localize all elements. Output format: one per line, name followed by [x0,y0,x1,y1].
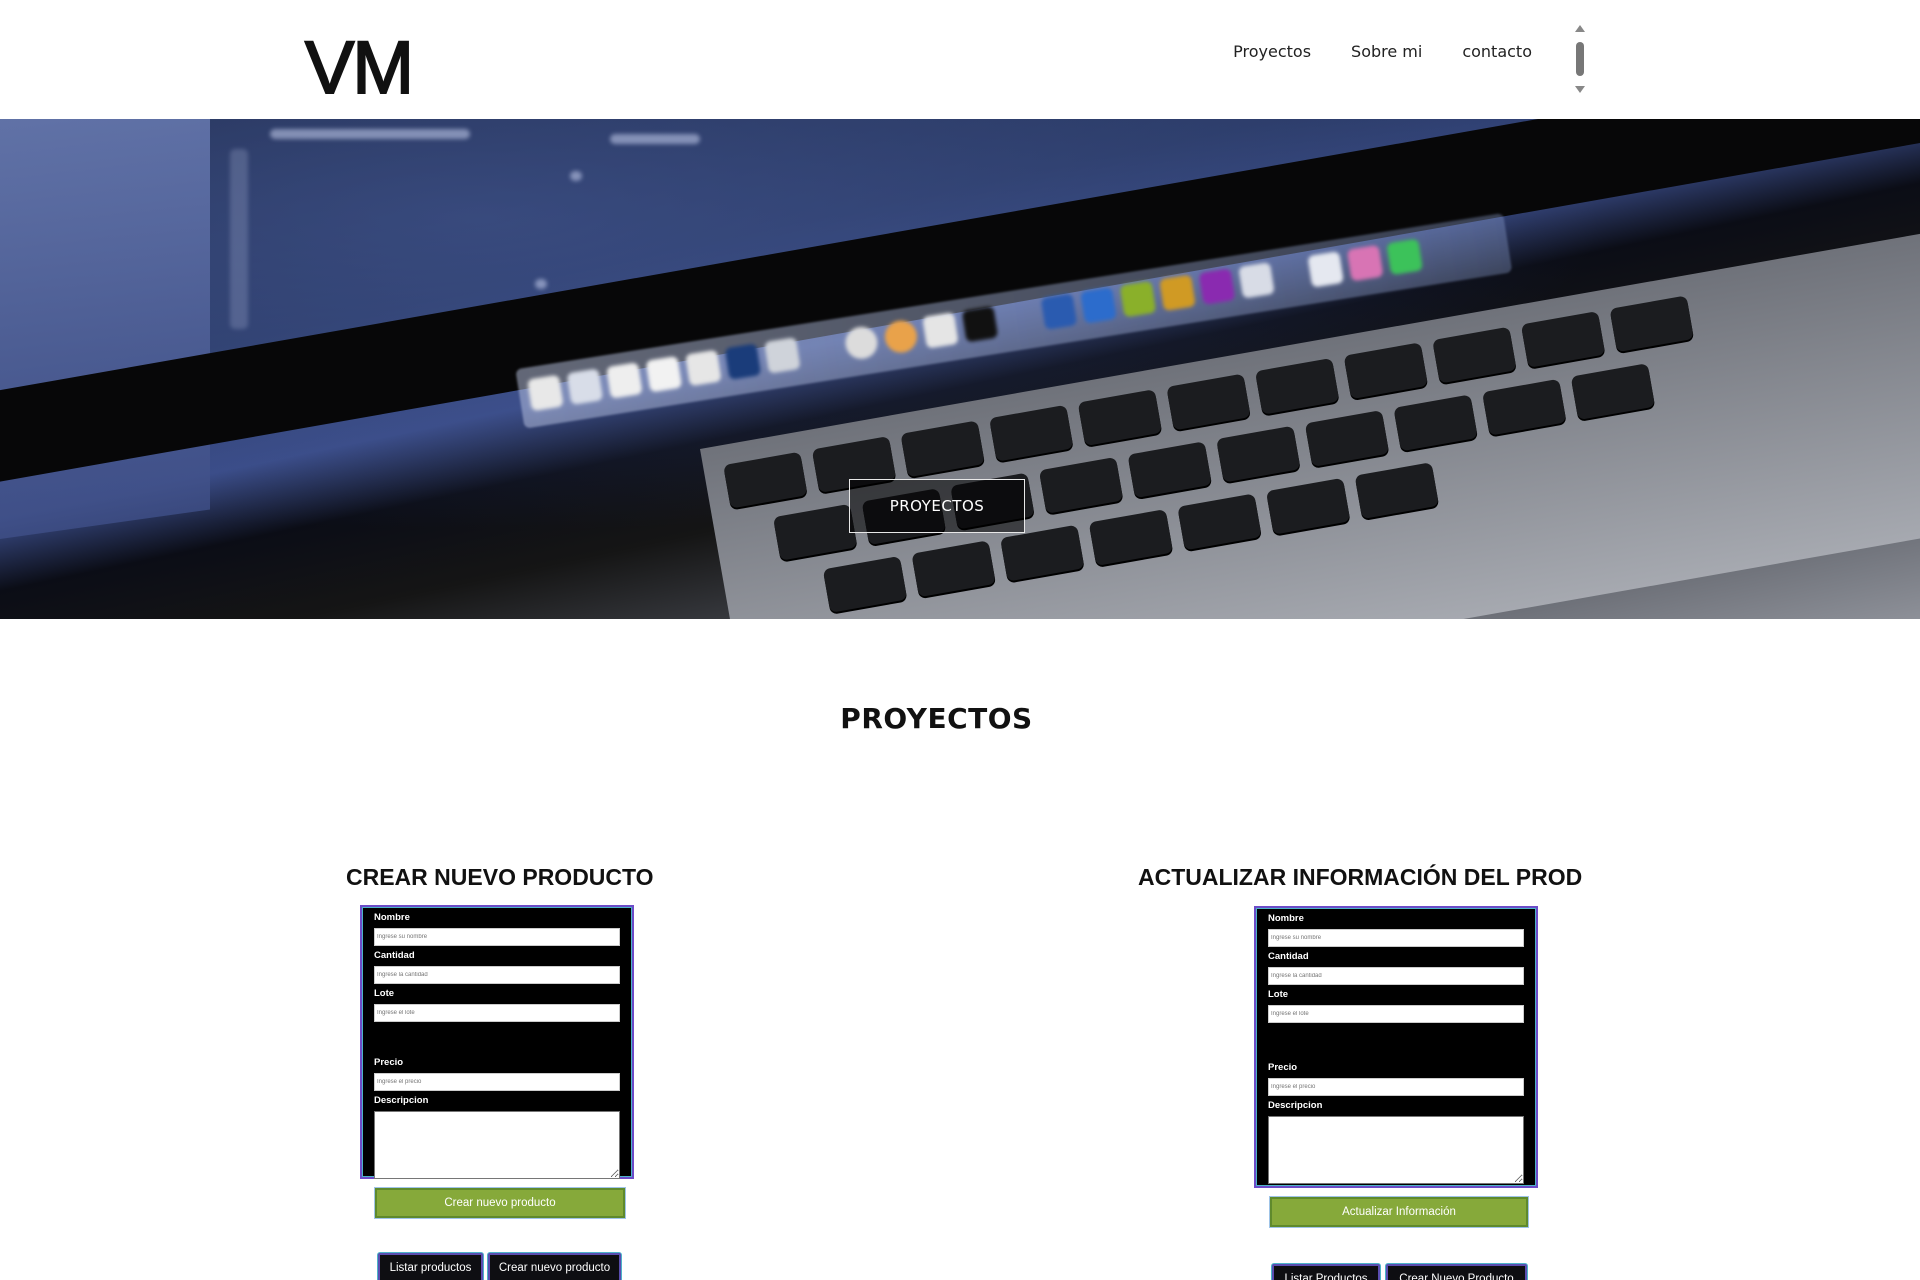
hero-image-code [270,129,470,139]
hero-proyectos-button[interactable]: PROYECTOS [849,479,1025,533]
hero-image-code [610,134,700,144]
list-products-button[interactable]: Listar Productos [1272,1264,1380,1280]
update-product-form: Nombre Cantidad Lote Precio Descripcion [1254,906,1538,1188]
nav-link-proyectos[interactable]: Proyectos [1233,42,1311,61]
card-title-actualizar: ACTUALIZAR INFORMACIÓN DEL PROD [1138,864,1583,890]
field-label-cantidad: Cantidad [374,950,415,961]
card-title-crear: CREAR NUEVO PRODUCTO [346,864,654,890]
nav-link-contacto[interactable]: contacto [1462,42,1532,61]
create-product-form: Nombre Cantidad Lote Precio Descripcion [360,905,634,1179]
field-label-nombre: Nombre [1268,913,1304,924]
cantidad-input[interactable] [1268,967,1524,985]
precio-input[interactable] [374,1073,620,1091]
list-products-button[interactable]: Listar productos [378,1253,483,1280]
update-info-submit-button[interactable]: Actualizar Información [1270,1197,1528,1227]
hero-banner: PROYECTOS [0,119,1920,619]
cantidad-input[interactable] [374,966,620,984]
field-label-lote: Lote [374,988,395,999]
nombre-input[interactable] [374,928,620,946]
new-product-button[interactable]: Crear Nuevo Producto [1386,1264,1527,1280]
field-label-precio: Precio [374,1057,404,1068]
site-header: VM Proyectos Sobre mi contacto [0,0,1920,119]
field-label-precio: Precio [1268,1062,1298,1073]
hero-image-code [570,171,582,181]
nombre-input[interactable] [1268,929,1524,947]
field-label-descripcion: Descripcion [1268,1100,1323,1111]
precio-input[interactable] [1268,1078,1524,1096]
hero-image-code [535,279,547,289]
field-label-lote: Lote [1268,989,1289,1000]
main-nav: Proyectos Sobre mi contacto [1233,42,1532,61]
nav-scrollbar[interactable] [1573,25,1587,93]
create-product-submit-button[interactable]: Crear nuevo producto [375,1188,625,1218]
lote-input[interactable] [1268,1005,1524,1023]
descripcion-textarea[interactable] [1268,1116,1524,1184]
site-logo[interactable]: VM [304,29,415,107]
new-product-button[interactable]: Crear nuevo producto [488,1253,621,1280]
descripcion-textarea[interactable] [374,1111,620,1179]
field-label-descripcion: Descripcion [374,1095,429,1106]
field-label-nombre: Nombre [374,912,410,923]
section-title: PROYECTOS [840,702,1033,735]
nav-link-sobre-mi[interactable]: Sobre mi [1351,42,1422,61]
hero-image-code [230,149,248,329]
scroll-thumb[interactable] [1576,42,1584,76]
scroll-up-icon[interactable] [1575,25,1585,32]
lote-input[interactable] [374,1004,620,1022]
field-label-cantidad: Cantidad [1268,951,1309,962]
scroll-down-icon[interactable] [1575,86,1585,93]
